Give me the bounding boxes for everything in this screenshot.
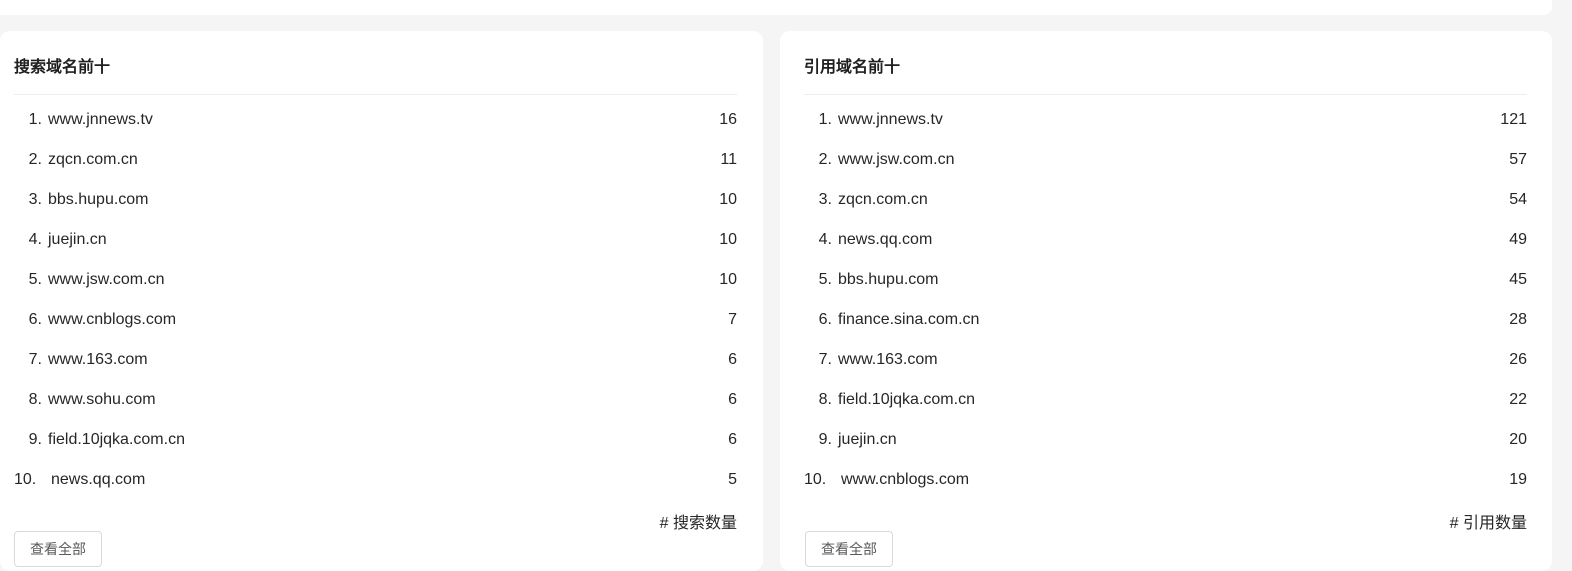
rank-number: 7. — [28, 351, 42, 368]
rank-number: 9. — [818, 431, 832, 448]
rank-number: 6. — [818, 311, 832, 328]
search-domains-card: 搜索域名前十 1. www.jnnews.tv 16 2. zqcn.com.cn 11 3… — [0, 31, 763, 571]
domain-name: www.cnblogs.com — [841, 471, 970, 488]
search-domains-list: 1. www.jnnews.tv 16 2. zqcn.com.cn 11 3. bbs.hu… — [14, 100, 737, 500]
domain-list-item: 7. www.163.com 26 — [804, 340, 1527, 380]
domain-list-item: 4. juejin.cn 10 — [14, 220, 737, 260]
rank-number: 4. — [28, 231, 42, 248]
domain-count: 54 — [1509, 191, 1527, 208]
domain-count: 45 — [1509, 271, 1527, 288]
domain-list-item: 1. www.jnnews.tv 16 — [14, 100, 737, 140]
domain-list-item: 10. news.qq.com 5 — [14, 460, 737, 500]
domain-count: 28 — [1509, 311, 1527, 328]
domain-name: www.jsw.com.cn — [48, 271, 165, 288]
rank-number: 6. — [28, 311, 42, 328]
rank-number: 2. — [818, 151, 832, 168]
domain-list-item: 9. field.10jqka.com.cn 6 — [14, 420, 737, 460]
domain-name: www.jnnews.tv — [48, 111, 153, 128]
domain-name: www.163.com — [48, 351, 148, 368]
view-all-search-button[interactable]: 查看全部 — [14, 531, 102, 567]
rank-number: 2. — [28, 151, 42, 168]
citation-domains-card: 引用域名前十 1. www.jnnews.tv 121 2. www.jsw.com.c… — [780, 31, 1552, 571]
domain-list-item: 1. www.jnnews.tv 121 — [804, 100, 1527, 140]
rank-number: 10. — [14, 471, 37, 488]
domain-list-item: 6. www.cnblogs.com 7 — [14, 300, 737, 340]
domain-count: 6 — [728, 431, 737, 448]
domain-list-item: 5. bbs.hupu.com 45 — [804, 260, 1527, 300]
domain-name: www.cnblogs.com — [48, 311, 177, 328]
domain-name: juejin.cn — [838, 431, 897, 448]
domain-list-item: 2. www.jsw.com.cn 57 — [804, 140, 1527, 180]
domain-count: 121 — [1500, 111, 1527, 128]
rank-number: 1. — [818, 111, 832, 128]
search-domains-title: 搜索域名前十 — [14, 59, 111, 76]
domain-name: www.sohu.com — [48, 391, 156, 408]
domain-list-item: 3. zqcn.com.cn 54 — [804, 180, 1527, 220]
rank-number: 1. — [28, 111, 42, 128]
domain-name: bbs.hupu.com — [838, 271, 939, 288]
domain-list-item: 9. juejin.cn 20 — [804, 420, 1527, 460]
citation-count-legend: # 引用数量 — [1449, 515, 1527, 532]
rank-number: 5. — [818, 271, 832, 288]
domain-count: 16 — [719, 111, 737, 128]
domain-name: field.10jqka.com.cn — [838, 391, 975, 408]
domain-list-item: 8. field.10jqka.com.cn 22 — [804, 380, 1527, 420]
rank-number: 5. — [28, 271, 42, 288]
rank-number: 4. — [818, 231, 832, 248]
domain-list-item: 8. www.sohu.com 6 — [14, 380, 737, 420]
domain-count: 11 — [720, 151, 737, 168]
domain-name: news.qq.com — [838, 231, 933, 248]
top-panel-edge — [0, 0, 1552, 15]
domain-count: 22 — [1509, 391, 1527, 408]
domain-name: zqcn.com.cn — [838, 191, 928, 208]
domain-list-item: 3. bbs.hupu.com 10 — [14, 180, 737, 220]
rank-number: 9. — [28, 431, 42, 448]
domain-count: 6 — [728, 351, 737, 368]
domain-name: zqcn.com.cn — [48, 151, 138, 168]
domain-list-item: 5. www.jsw.com.cn 10 — [14, 260, 737, 300]
title-divider — [14, 94, 737, 95]
rank-number: 8. — [28, 391, 42, 408]
domain-count: 7 — [728, 311, 737, 328]
title-divider — [804, 94, 1527, 95]
rank-number: 10. — [804, 471, 827, 488]
citation-domains-list: 1. www.jnnews.tv 121 2. www.jsw.com.cn 57 3. zq… — [804, 100, 1527, 500]
domain-count: 10 — [719, 231, 737, 248]
domain-count: 26 — [1509, 351, 1527, 368]
domain-name: finance.sina.com.cn — [838, 311, 980, 328]
domain-count: 10 — [719, 271, 737, 288]
domain-list-item: 2. zqcn.com.cn 11 — [14, 140, 737, 180]
domain-name: www.jnnews.tv — [838, 111, 943, 128]
domain-count: 49 — [1509, 231, 1527, 248]
view-all-citation-button[interactable]: 查看全部 — [805, 531, 893, 567]
domain-name: www.163.com — [838, 351, 938, 368]
citation-domains-title: 引用域名前十 — [804, 59, 901, 76]
domain-name: bbs.hupu.com — [48, 191, 149, 208]
domain-name: field.10jqka.com.cn — [48, 431, 185, 448]
domain-name: news.qq.com — [51, 471, 146, 488]
domain-name: www.jsw.com.cn — [838, 151, 955, 168]
search-count-legend: # 搜索数量 — [659, 515, 737, 532]
rank-number: 8. — [818, 391, 832, 408]
domain-list-item: 7. www.163.com 6 — [14, 340, 737, 380]
domain-count: 57 — [1509, 151, 1527, 168]
domain-count: 19 — [1509, 471, 1527, 488]
rank-number: 3. — [28, 191, 42, 208]
domain-count: 20 — [1509, 431, 1527, 448]
domain-list-item: 6. finance.sina.com.cn 28 — [804, 300, 1527, 340]
domain-count: 6 — [728, 391, 737, 408]
domain-list-item: 10. www.cnblogs.com 19 — [804, 460, 1527, 500]
rank-number: 7. — [818, 351, 832, 368]
domain-list-item: 4. news.qq.com 49 — [804, 220, 1527, 260]
domain-name: juejin.cn — [48, 231, 107, 248]
domain-count: 5 — [728, 471, 737, 488]
domain-count: 10 — [719, 191, 737, 208]
rank-number: 3. — [818, 191, 832, 208]
